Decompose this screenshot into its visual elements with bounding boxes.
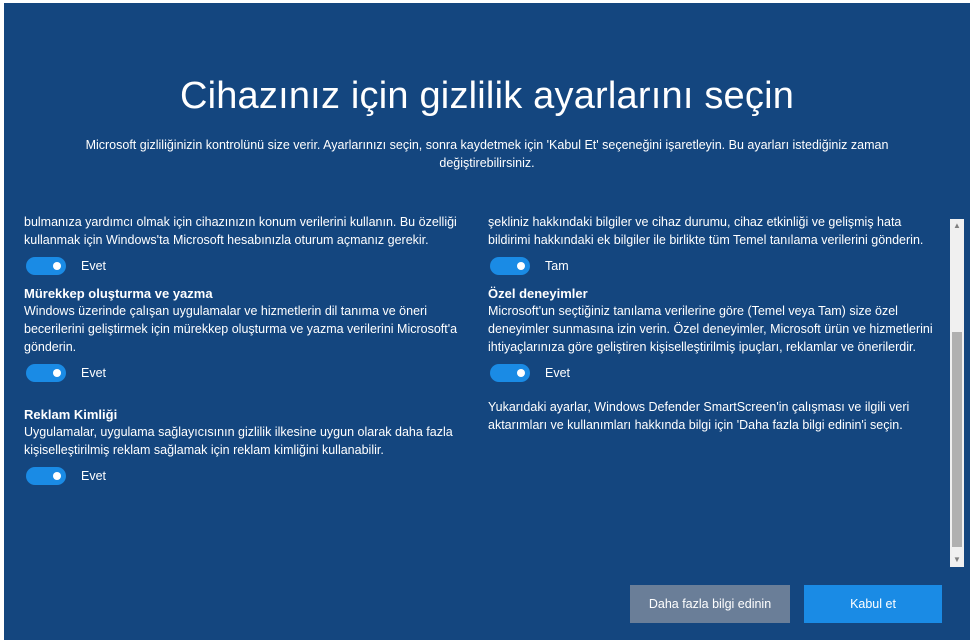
- inking-toggle[interactable]: [26, 364, 66, 382]
- page-title: Cihazınız için gizlilik ayarlarını seçin: [179, 75, 795, 117]
- ad-id-title: Reklam Kimliği: [24, 407, 118, 422]
- smartscreen-note: Yukarıdaki ayarlar, Windows Defender Sma…: [488, 400, 910, 432]
- toggle-knob: [517, 369, 525, 377]
- diagnostics-toggle[interactable]: [490, 257, 530, 275]
- tailored-toggle[interactable]: [490, 364, 530, 382]
- diagnostics-toggle-row: Tam: [488, 255, 940, 277]
- setting-tailored-experiences: Özel deneyimler Microsoft'un seçtiğiniz …: [488, 285, 940, 384]
- settings-right-column: şekliniz hakkındaki bilgiler ve cihaz du…: [488, 213, 940, 434]
- location-toggle-row: Evet: [24, 255, 476, 277]
- scrollbar-thumb[interactable]: [952, 332, 962, 547]
- chevron-up-icon[interactable]: ▲: [950, 219, 964, 233]
- inking-title: Mürekkep oluşturma ve yazma: [24, 286, 213, 301]
- setting-ad-id: Reklam Kimliği Uygulamalar, uygulama sağ…: [24, 406, 476, 487]
- location-toggle[interactable]: [26, 257, 66, 275]
- tailored-description: Microsoft'un seçtiğiniz tanılama veriler…: [488, 304, 933, 354]
- accept-button[interactable]: Kabul et: [804, 585, 942, 623]
- learn-more-button[interactable]: Daha fazla bilgi edinin: [630, 585, 790, 623]
- ad-id-toggle-label: Evet: [81, 469, 107, 483]
- tailored-title: Özel deneyimler: [488, 286, 588, 301]
- ad-id-description: Uygulamalar, uygulama sağlayıcısının giz…: [24, 425, 453, 457]
- diagnostics-toggle-label: Tam: [545, 259, 569, 273]
- page-subtitle: Microsoft gizliliğinizin kontrolünü size…: [85, 138, 889, 170]
- privacy-settings-window: Cihazınız için gizlilik ayarlarını seçin…: [4, 3, 970, 640]
- inking-toggle-row: Evet: [24, 362, 476, 384]
- tailored-toggle-row: Evet: [488, 362, 940, 384]
- settings-scrollbar[interactable]: ▲ ▼: [950, 219, 964, 567]
- location-toggle-label: Evet: [81, 259, 107, 273]
- ad-id-toggle[interactable]: [26, 467, 66, 485]
- ad-id-toggle-row: Evet: [24, 465, 476, 487]
- chevron-down-icon[interactable]: ▼: [950, 553, 964, 567]
- setting-diagnostics: şekliniz hakkındaki bilgiler ve cihaz du…: [488, 213, 940, 277]
- location-description: bulmanıza yardımcı olmak için cihazınızı…: [24, 215, 457, 247]
- toggle-knob: [53, 472, 61, 480]
- toggle-knob: [53, 262, 61, 270]
- tailored-toggle-label: Evet: [545, 366, 571, 380]
- inking-toggle-label: Evet: [81, 366, 107, 380]
- toggle-knob: [53, 369, 61, 377]
- setting-inking: Mürekkep oluşturma ve yazma Windows üzer…: [24, 285, 476, 384]
- setting-location: bulmanıza yardımcı olmak için cihazınızı…: [24, 213, 476, 277]
- inking-description: Windows üzerinde çalışan uygulamalar ve …: [24, 304, 458, 354]
- settings-scroll-area[interactable]: bulmanıza yardımcı olmak için cihazınızı…: [24, 213, 960, 569]
- settings-left-column: bulmanıza yardımcı olmak için cihazınızı…: [24, 213, 476, 487]
- diagnostics-description: şekliniz hakkındaki bilgiler ve cihaz du…: [488, 215, 924, 247]
- toggle-knob: [517, 262, 525, 270]
